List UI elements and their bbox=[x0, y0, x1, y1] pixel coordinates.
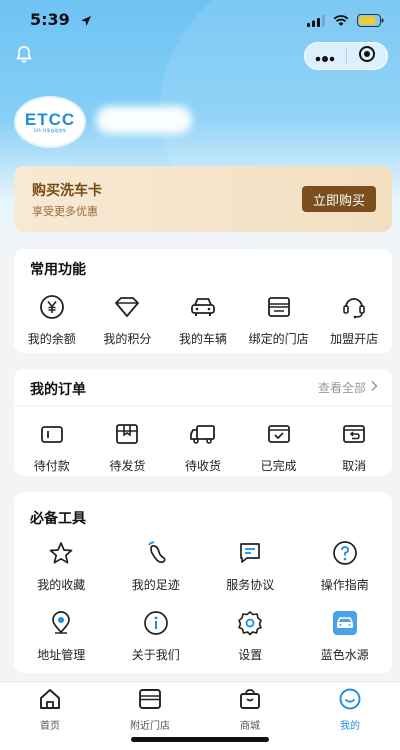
points-item[interactable]: 我的积分 bbox=[90, 292, 166, 347]
bound-store-label: 绑定的门店 bbox=[248, 332, 309, 346]
orders-title: 我的订单 bbox=[30, 382, 86, 398]
username-redacted bbox=[96, 106, 192, 134]
pending-receipt-label: 待收货 bbox=[184, 459, 221, 473]
cancelled-label: 取消 bbox=[342, 459, 367, 473]
tab-profile[interactable]: 我的 bbox=[300, 682, 400, 750]
franchise-label: 加盟开店 bbox=[330, 332, 379, 346]
banner-title: 购买洗车卡 bbox=[32, 183, 102, 199]
shopping-bag-icon bbox=[238, 688, 262, 714]
tools-title: 必备工具 bbox=[30, 511, 86, 527]
more-button[interactable] bbox=[305, 43, 346, 69]
common-functions-grid: 我的余额 我的积分 我的车辆 绑定的门店 加盟开店 bbox=[14, 292, 392, 347]
service-agreement-item[interactable]: 服务协议 bbox=[203, 538, 298, 593]
home-indicator bbox=[131, 737, 269, 742]
settings-label: 设置 bbox=[238, 648, 263, 662]
vehicles-label: 我的车辆 bbox=[178, 332, 227, 346]
info-icon bbox=[143, 608, 169, 638]
tab-nearby-stores-label: 附近门店 bbox=[130, 721, 170, 732]
pending-shipment-item[interactable]: 待发货 bbox=[90, 419, 166, 474]
chevron-right-icon bbox=[370, 380, 378, 395]
orders-grid: 待付款 待发货 待收货 已完成 取消 bbox=[14, 419, 392, 474]
check-box-icon bbox=[267, 419, 291, 449]
vehicles-item[interactable]: 我的车辆 bbox=[165, 292, 241, 347]
wallet-icon bbox=[40, 419, 64, 449]
pending-payment-label: 待付款 bbox=[33, 459, 70, 473]
star-icon bbox=[48, 538, 74, 568]
wifi-icon bbox=[333, 12, 349, 31]
bell-icon[interactable] bbox=[14, 44, 34, 68]
diamond-icon bbox=[113, 292, 141, 322]
tab-mall-label: 商城 bbox=[240, 721, 260, 732]
view-all-label: 查看全部 bbox=[317, 381, 366, 395]
store-icon bbox=[266, 292, 292, 322]
tab-home[interactable]: 首页 bbox=[0, 682, 100, 750]
service-agreement-label: 服务协议 bbox=[226, 578, 275, 592]
status-time: 5:39 bbox=[30, 10, 70, 29]
logo-subtext: 24h 共享自助洗车 bbox=[33, 127, 67, 133]
signal-icon bbox=[307, 12, 325, 31]
wash-card-banner[interactable]: 购买洗车卡 享受更多优惠 立即购买 bbox=[14, 166, 392, 232]
address-item[interactable]: 地址管理 bbox=[14, 608, 109, 663]
completed-item[interactable]: 已完成 bbox=[241, 419, 317, 474]
location-arrow-icon bbox=[80, 12, 92, 31]
tools-grid-row-1: 我的收藏 我的足迹 服务协议 操作指南 bbox=[14, 538, 392, 593]
orders-card: 我的订单 查看全部 待付款 待发货 待收货 已完成 取消 bbox=[14, 369, 392, 476]
guide-label: 操作指南 bbox=[320, 578, 369, 592]
yen-icon bbox=[39, 292, 65, 322]
agreement-icon bbox=[237, 538, 263, 568]
blue-water-label: 蓝色水源 bbox=[320, 648, 369, 662]
blue-water-item[interactable]: 蓝色水源 bbox=[298, 608, 393, 663]
mini-program-capsule bbox=[304, 42, 388, 70]
franchise-item[interactable]: 加盟开店 bbox=[316, 292, 392, 347]
settings-icon bbox=[237, 608, 263, 638]
guide-item[interactable]: 操作指南 bbox=[298, 538, 393, 593]
tools-card: 必备工具 我的收藏 我的足迹 服务协议 操作指南 地址管理 关于我们 设置 蓝色… bbox=[14, 492, 392, 673]
battery-icon bbox=[357, 12, 384, 31]
blue-car-icon bbox=[332, 608, 358, 638]
common-functions-title: 常用功能 bbox=[30, 262, 86, 278]
completed-label: 已完成 bbox=[260, 459, 297, 473]
location-icon bbox=[48, 608, 74, 638]
truck-icon bbox=[189, 419, 217, 449]
headset-icon bbox=[340, 292, 368, 322]
return-icon bbox=[342, 419, 366, 449]
home-icon bbox=[38, 688, 62, 714]
tab-home-label: 首页 bbox=[40, 721, 60, 732]
package-icon bbox=[115, 419, 139, 449]
tab-profile-label: 我的 bbox=[340, 721, 360, 732]
favorites-item[interactable]: 我的收藏 bbox=[14, 538, 109, 593]
car-icon bbox=[189, 292, 217, 322]
footprint-label: 我的足迹 bbox=[131, 578, 180, 592]
favorites-label: 我的收藏 bbox=[37, 578, 86, 592]
help-icon bbox=[332, 538, 358, 568]
orders-divider bbox=[14, 405, 392, 406]
about-item[interactable]: 关于我们 bbox=[109, 608, 204, 663]
banner-subtitle: 享受更多优惠 bbox=[32, 205, 98, 218]
tools-grid-row-2: 地址管理 关于我们 设置 蓝色水源 bbox=[14, 608, 392, 663]
status-bar: 5:39 bbox=[0, 0, 400, 40]
logo-text: ETCC bbox=[24, 109, 76, 129]
view-all-orders-link[interactable]: 查看全部 bbox=[318, 379, 378, 396]
profile-icon bbox=[338, 688, 362, 714]
bound-store-item[interactable]: 绑定的门店 bbox=[241, 292, 317, 347]
balance-label: 我的余额 bbox=[27, 332, 76, 346]
target-icon bbox=[358, 45, 376, 67]
common-functions-card: 常用功能 我的余额 我的积分 我的车辆 绑定的门店 加盟开店 bbox=[14, 249, 392, 353]
cancelled-item[interactable]: 取消 bbox=[316, 419, 392, 474]
balance-item[interactable]: 我的余额 bbox=[14, 292, 90, 347]
avatar[interactable]: ETCC 24h 共享自助洗车 bbox=[14, 96, 86, 148]
nearby-store-icon bbox=[138, 688, 162, 714]
pending-payment-item[interactable]: 待付款 bbox=[14, 419, 90, 474]
footprint-icon bbox=[143, 538, 169, 568]
points-label: 我的积分 bbox=[103, 332, 152, 346]
pending-shipment-label: 待发货 bbox=[109, 459, 146, 473]
settings-item[interactable]: 设置 bbox=[203, 608, 298, 663]
footprint-item[interactable]: 我的足迹 bbox=[109, 538, 204, 593]
address-label: 地址管理 bbox=[37, 648, 86, 662]
more-dots-icon bbox=[315, 47, 335, 66]
buy-now-button[interactable]: 立即购买 bbox=[302, 186, 376, 212]
about-label: 关于我们 bbox=[131, 648, 180, 662]
pending-receipt-item[interactable]: 待收货 bbox=[165, 419, 241, 474]
close-mini-program-button[interactable] bbox=[347, 43, 388, 69]
